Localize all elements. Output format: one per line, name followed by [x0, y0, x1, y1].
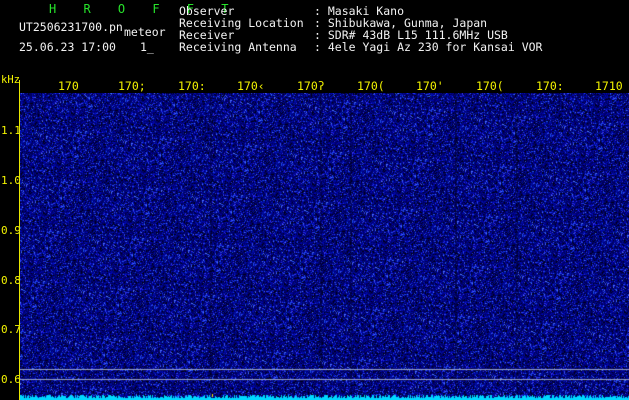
- x-tick: 170:: [536, 79, 564, 93]
- mode-label: meteor: [124, 25, 166, 39]
- y-tick: 0.6: [1, 373, 21, 386]
- y-axis-line: [19, 80, 20, 400]
- field-value-antenna: : 4ele Yagi Az 230 for Kansai VOR: [314, 40, 543, 54]
- field-label-antenna: Receiving Antenna: [179, 40, 297, 54]
- y-tick: 0.8: [1, 274, 21, 287]
- x-tick: 170(: [476, 79, 504, 93]
- waterfall-spectrogram[interactable]: [20, 93, 629, 400]
- y-tick: 0.9: [1, 224, 21, 237]
- timestamp: 25.06.23 17:00: [19, 40, 116, 54]
- x-tick: 170;: [118, 79, 146, 93]
- y-tick: 1.1: [1, 124, 21, 137]
- interval-label: 1_: [140, 40, 154, 54]
- x-tick: 170': [416, 79, 444, 93]
- x-tick: 1710: [595, 79, 623, 93]
- file-name: UT2506231700.pn: [19, 20, 123, 34]
- x-tick: 170‹: [237, 79, 265, 93]
- y-tick: 0.7: [1, 323, 21, 336]
- y-tick: 1.0: [1, 174, 21, 187]
- x-axis-ticks: 170 170; 170: 170‹ 170ʔ 170( 170' 170( 1…: [0, 80, 629, 93]
- x-tick: 170ʔ: [297, 79, 325, 93]
- x-tick: 170:: [178, 79, 206, 93]
- x-tick: 170: [58, 79, 79, 93]
- x-tick: 170(: [357, 79, 385, 93]
